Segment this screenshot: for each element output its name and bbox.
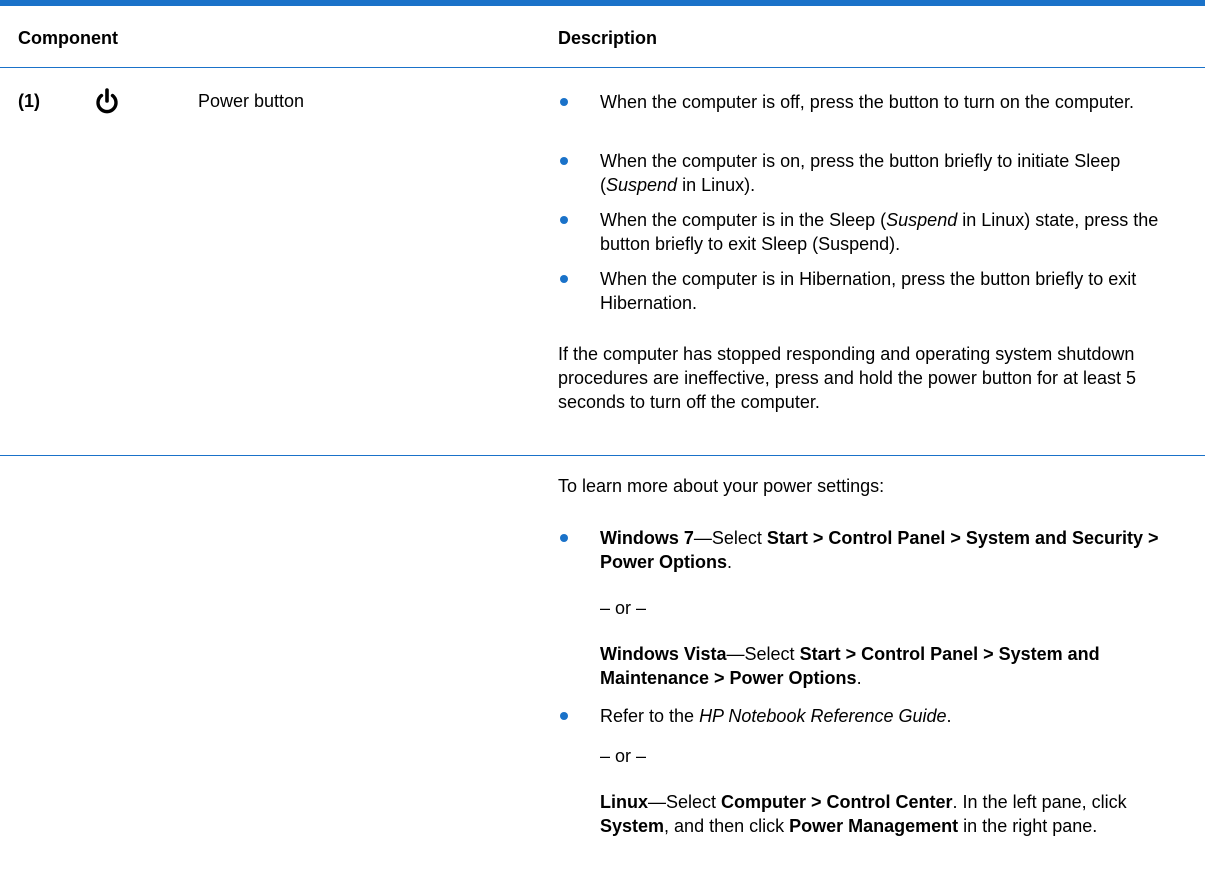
document-page: Component Description (1) Power button W… bbox=[0, 0, 1205, 877]
bullet-sleep-state: When the computer is in the Sleep (Suspe… bbox=[600, 210, 1159, 254]
or-separator: – or – bbox=[600, 746, 647, 766]
bullet-dot bbox=[560, 712, 568, 720]
row-divider bbox=[0, 455, 1205, 456]
table-top-bar bbox=[0, 0, 1205, 6]
header-description: Description bbox=[558, 28, 658, 48]
header-divider bbox=[0, 67, 1205, 68]
learn-more-intro: To learn more about your power settings: bbox=[558, 476, 885, 496]
bullet-dot bbox=[560, 275, 568, 283]
linux-text: Linux—Select Computer > Control Center. … bbox=[600, 792, 1127, 836]
bullet-hibernation: When the computer is in Hibernation, pre… bbox=[600, 269, 1137, 313]
bullet-dot bbox=[560, 98, 568, 106]
bullet-windows7: Windows 7—Select Start > Control Panel >… bbox=[600, 528, 1159, 572]
bullet-power-off: When the computer is off, press the butt… bbox=[600, 92, 1134, 112]
power-icon bbox=[96, 88, 118, 114]
bullet-dot bbox=[560, 157, 568, 165]
bullet-dot bbox=[560, 216, 568, 224]
component-name: Power button bbox=[198, 91, 305, 111]
bullet-refer-guide: Refer to the HP Notebook Reference Guide… bbox=[600, 706, 952, 726]
header-component: Component bbox=[18, 28, 118, 48]
or-separator: – or – bbox=[600, 598, 647, 618]
bullet-dot bbox=[560, 534, 568, 542]
hold-note: If the computer has stopped responding a… bbox=[558, 344, 1137, 412]
windows-vista-text: Windows Vista—Select Start > Control Pan… bbox=[600, 644, 1100, 688]
bullet-power-on: When the computer is on, press the butto… bbox=[600, 151, 1121, 195]
row-number: (1) bbox=[18, 91, 40, 111]
